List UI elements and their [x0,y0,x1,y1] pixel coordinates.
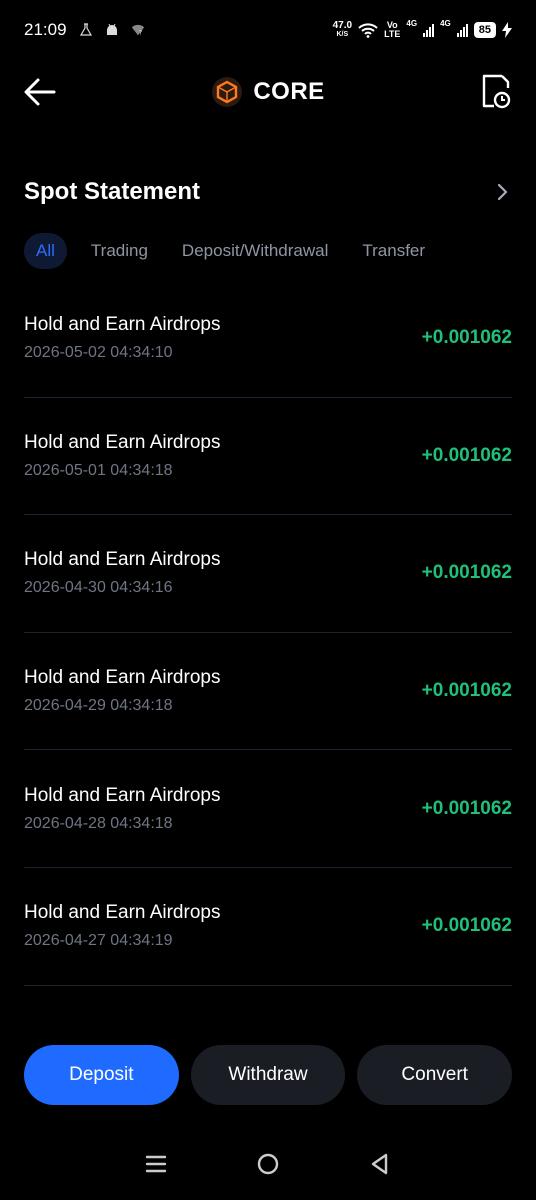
list-item[interactable]: Hold and Earn Airdrops 2026-04-29 04:34:… [24,633,512,751]
transaction-time: 2026-04-28 04:34:18 [24,814,173,832]
transaction-amount: +0.001062 [421,915,512,937]
deposit-button[interactable]: Deposit [24,1045,179,1105]
recent-apps-icon[interactable] [143,1151,169,1177]
list-item[interactable]: Hold and Earn Airdrops 2026-04-30 04:34:… [24,515,512,633]
status-left: 21:09 ? [24,20,145,40]
withdraw-button[interactable]: Withdraw [190,1045,346,1105]
svg-text:?: ? [138,29,141,36]
page-title: CORE [253,78,325,105]
transaction-time: 2026-04-27 04:34:19 [24,932,173,950]
volte-indicator: Vo LTE [384,21,400,39]
transaction-amount: +0.001062 [421,797,512,819]
home-icon[interactable] [255,1151,281,1177]
wifi-icon [358,23,378,38]
section-title: Spot Statement [24,178,201,205]
sim1-network-tag: 4G [406,19,418,28]
filter-tabs: All Trading Deposit/Withdrawal Transfer [24,233,526,269]
transaction-time: 2026-05-02 04:34:10 [24,344,173,362]
transaction-time: 2026-04-30 04:34:16 [24,579,173,597]
flask-icon [79,23,92,36]
transaction-title: Hold and Earn Airdrops [24,784,221,806]
sim1-signal-icon [423,23,435,37]
list-item-text: Hold and Earn Airdrops 2026-05-01 04:34:… [24,432,220,480]
charging-icon [502,22,512,38]
list-item-text: Hold and Earn Airdrops 2026-04-30 04:34:… [24,549,220,597]
back-triangle-icon[interactable] [367,1151,393,1177]
list-item-text: Hold and Earn Airdrops 2026-04-29 04:34:… [24,667,220,715]
header-title-group: CORE [211,76,324,108]
status-right: 47.0 K/S Vo LTE 4G 4G 85 [333,19,512,39]
top-header: CORE [0,62,536,122]
transaction-time: 2026-05-01 04:34:18 [24,461,173,479]
spot-statement-heading[interactable]: Spot Statement [24,170,512,214]
status-time: 21:09 [24,20,67,39]
status-bar: 21:09 ? 47.0 K/S Vo LTE 4G 4G 85 [0,0,536,60]
document-clock-icon[interactable] [480,74,512,110]
list-item-text: Hold and Earn Airdrops 2026-04-28 04:34:… [24,785,220,833]
list-item-text: Hold and Earn Airdrops 2026-05-02 04:34:… [24,314,220,362]
transaction-amount: +0.001062 [421,680,512,702]
battery-level: 85 [473,22,496,38]
network-speed-value: 47.0 [332,20,353,31]
list-item[interactable]: Hold and Earn Airdrops 2026-05-01 04:34:… [24,398,512,516]
transaction-amount: +0.001062 [421,562,512,584]
wifi-question-icon: ? [131,24,144,36]
core-coin-logo [212,77,243,107]
action-bar: Deposit Withdraw Convert [24,1045,513,1105]
transaction-amount: +0.001062 [421,444,512,466]
convert-button[interactable]: Convert [357,1045,513,1105]
list-item[interactable]: Hold and Earn Airdrops 2026-04-27 04:34:… [24,868,512,986]
transaction-title: Hold and Earn Airdrops [24,314,221,336]
system-navigation-bar [0,1140,536,1188]
tab-all[interactable]: All [24,233,67,269]
list-item[interactable]: Hold and Earn Airdrops 2026-05-02 04:34:… [24,280,512,398]
list-item[interactable]: Hold and Earn Airdrops 2026-04-28 04:34:… [24,750,512,868]
tab-transfer[interactable]: Transfer [352,233,435,269]
transaction-time: 2026-04-29 04:34:18 [24,697,173,715]
transaction-title: Hold and Earn Airdrops [24,431,221,453]
arrow-left-icon[interactable] [22,76,58,108]
android-icon [106,23,117,35]
volte-bottom: LTE [384,29,401,39]
chevron-right-icon[interactable] [492,182,512,202]
transaction-title: Hold and Earn Airdrops [24,667,221,689]
transaction-title: Hold and Earn Airdrops [24,549,221,571]
tab-deposit-withdrawal[interactable]: Deposit/Withdrawal [172,233,338,269]
sim2-network-tag: 4G [440,19,451,28]
network-speed: 47.0 K/S [333,21,352,39]
transaction-title: Hold and Earn Airdrops [24,902,221,924]
sim2-signal-icon [456,23,468,37]
transaction-amount: +0.001062 [421,327,512,349]
network-speed-unit: K/S [336,31,349,38]
transaction-list: Hold and Earn Airdrops 2026-05-02 04:34:… [24,280,512,986]
tab-trading[interactable]: Trading [81,233,158,269]
list-item-text: Hold and Earn Airdrops 2026-04-27 04:34:… [24,902,220,950]
spot-statement-screen: 21:09 ? 47.0 K/S Vo LTE 4G 4G 85 CORE Sp… [0,0,536,1200]
